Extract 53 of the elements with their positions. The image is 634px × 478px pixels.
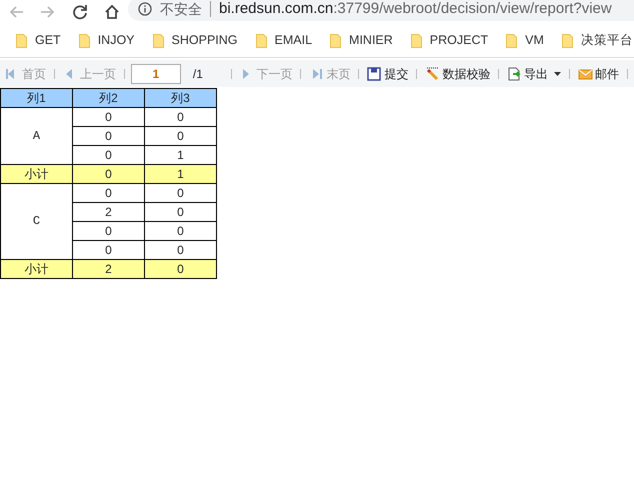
folder-icon bbox=[152, 34, 164, 48]
table-cell: 2 bbox=[72, 202, 144, 222]
export-icon bbox=[507, 66, 522, 80]
bookmark[interactable]: INJOY bbox=[78, 31, 135, 50]
bookmark[interactable]: PROJECT bbox=[410, 31, 488, 50]
folder-icon bbox=[330, 34, 342, 48]
reload-icon bbox=[72, 4, 88, 20]
info-icon bbox=[138, 2, 152, 16]
column-header: 列3 bbox=[144, 88, 216, 108]
table-cell: 0 bbox=[72, 222, 144, 240]
mail-button[interactable]: 邮件 bbox=[576, 64, 622, 82]
column-header: 列2 bbox=[72, 88, 144, 108]
bookmark[interactable]: EMAIL bbox=[256, 31, 312, 50]
page-total: /1 bbox=[192, 66, 204, 82]
page-input[interactable]: 1 bbox=[130, 64, 181, 84]
folder-icon bbox=[16, 34, 27, 48]
table-cell: 0 bbox=[144, 108, 216, 126]
subtotal-cell: 2 bbox=[72, 260, 144, 278]
folder-icon bbox=[562, 34, 573, 48]
address-bar[interactable]: 不安全 bi.redsun.com.cn:37799/webroot/decision/view/report?view bbox=[128, 0, 634, 21]
caret-icon bbox=[554, 72, 562, 76]
table-cell: 0 bbox=[144, 184, 216, 202]
submit-button[interactable]: 提交 bbox=[365, 64, 410, 82]
table-cell: 0 bbox=[72, 126, 144, 146]
table-cell: 0 bbox=[72, 184, 144, 202]
bookmark[interactable]: SHOPPING bbox=[152, 31, 238, 50]
bookmark[interactable]: GET bbox=[16, 31, 61, 50]
pencil-icon bbox=[425, 66, 440, 80]
forward-icon bbox=[40, 4, 56, 20]
folder-icon bbox=[78, 34, 90, 48]
folder-icon bbox=[256, 34, 267, 48]
security-label: 不安全 bbox=[160, 0, 202, 18]
table-cell: 0 bbox=[144, 126, 216, 146]
export-button[interactable]: 导出 bbox=[505, 64, 564, 82]
subtotal-cell: 0 bbox=[144, 260, 216, 278]
column-header: 列1 bbox=[0, 88, 72, 108]
table-cell: 0 bbox=[144, 222, 216, 240]
back-icon bbox=[8, 4, 24, 20]
subtotal-label: 小计 bbox=[0, 260, 72, 278]
table-cell: 0 bbox=[72, 108, 144, 126]
home-icon bbox=[104, 4, 120, 20]
validate-button[interactable]: 数据校验 bbox=[423, 64, 492, 82]
subtotal-cell: 1 bbox=[144, 164, 216, 184]
bookmark[interactable]: VM bbox=[506, 31, 544, 50]
subtotal-cell: 0 bbox=[72, 164, 144, 184]
url-text: bi.redsun.com.cn:37799/webroot/decision/view/report?view bbox=[219, 0, 612, 19]
envelope-icon bbox=[578, 66, 594, 80]
bookmark[interactable]: MINIER bbox=[330, 31, 393, 50]
folder-icon bbox=[410, 34, 422, 48]
table-cell: 0 bbox=[144, 202, 216, 222]
subtotal-label: 小计 bbox=[0, 164, 72, 184]
folder-icon bbox=[506, 34, 518, 48]
bookmark[interactable]: 决策平台 bbox=[562, 31, 633, 50]
